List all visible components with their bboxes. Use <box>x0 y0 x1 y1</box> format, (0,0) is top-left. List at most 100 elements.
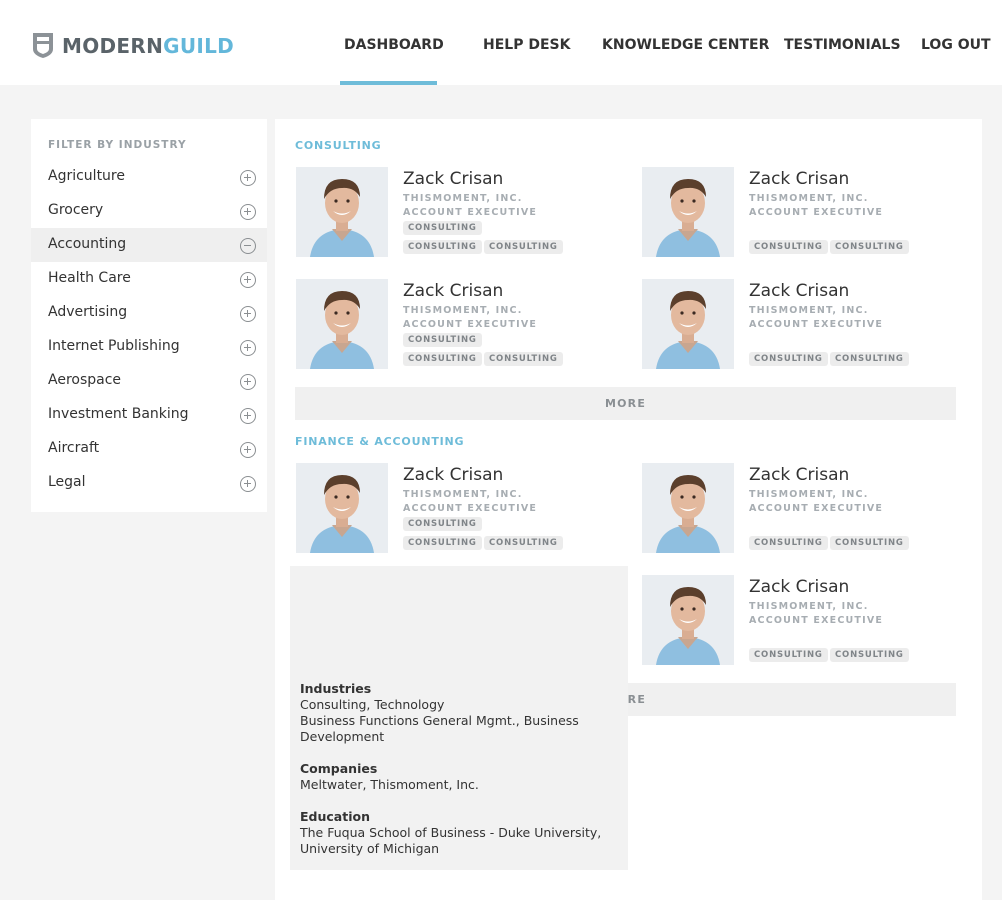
plus-circle-icon[interactable] <box>240 340 256 356</box>
avatar <box>642 167 734 257</box>
industries-heading: Industries <box>300 681 372 696</box>
sidebar-item-label: Aerospace <box>48 372 122 388</box>
tag-badge: CONSULTING <box>830 648 909 662</box>
profile-company: THISMOMENT, INC. <box>749 489 869 500</box>
minus-circle-icon[interactable] <box>240 238 256 254</box>
industries-line-1: Consulting, Technology <box>300 697 445 712</box>
profile-company: THISMOMENT, INC. <box>403 305 523 316</box>
profile-company: THISMOMENT, INC. <box>403 193 523 204</box>
sidebar-item-accounting[interactable]: Accounting <box>31 228 267 262</box>
profile-card[interactable]: Zack Crisan THISMOMENT, INC. ACCOUNT EXECU… <box>296 279 616 371</box>
tag-badge: CONSULTING <box>830 240 909 254</box>
profile-card[interactable]: Zack Crisan THISMOMENT, INC. ACCOUNT EXECU… <box>642 279 962 371</box>
profile-company: THISMOMENT, INC. <box>749 305 869 316</box>
nav-knowledge-center[interactable]: KNOWLEDGE CENTER <box>602 37 769 53</box>
profile-card[interactable]: Zack Crisan THISMOMENT, INC. ACCOUNT EXECU… <box>296 463 616 555</box>
tag-badge: CONSULTING <box>403 240 482 254</box>
nav-dashboard[interactable]: DASHBOARD <box>344 37 444 53</box>
shield-logo-icon <box>33 33 53 58</box>
sidebar-item-legal[interactable]: Legal <box>31 466 267 500</box>
filter-title: FILTER BY INDUSTRY <box>48 139 187 151</box>
tag-badge: CONSULTING <box>403 517 482 531</box>
sidebar-item-label: Accounting <box>48 236 127 252</box>
profile-name[interactable]: Zack Crisan <box>403 169 503 189</box>
tag-badge: CONSULTING <box>749 352 828 366</box>
education-text: The Fuqua School of Business - Duke Univ… <box>300 825 602 856</box>
plus-circle-icon[interactable] <box>240 374 256 390</box>
education-heading: Education <box>300 809 370 824</box>
nav-testimonials[interactable]: TESTIMONIALS <box>784 37 901 53</box>
profile-name[interactable]: Zack Crisan <box>749 169 849 189</box>
brand-name: MODERNGUILD <box>62 34 234 58</box>
plus-circle-icon[interactable] <box>240 442 256 458</box>
avatar <box>642 575 734 665</box>
nav-help-desk[interactable]: HELP DESK <box>483 37 570 53</box>
profile-card[interactable]: Zack Crisan THISMOMENT, INC. ACCOUNT EXECU… <box>296 167 616 259</box>
top-header: MODERNGUILD DASHBOARD HELP DESK KNOWLEDG… <box>0 0 1002 85</box>
profile-role: ACCOUNT EXECUTIVE <box>749 503 884 514</box>
sidebar-item-label: Internet Publishing <box>48 338 180 354</box>
profile-details-popover: Industries Consulting, Technology Busine… <box>290 566 628 870</box>
companies-text: Meltwater, Thismoment, Inc. <box>300 777 479 792</box>
companies-heading: Companies <box>300 761 378 776</box>
sidebar-item-label: Advertising <box>48 304 128 320</box>
sidebar-item-label: Aircraft <box>48 440 100 456</box>
tag-badge: CONSULTING <box>830 536 909 550</box>
tag-badge: CONSULTING <box>403 352 482 366</box>
sidebar-item-aerospace[interactable]: Aerospace <box>31 364 267 398</box>
more-button[interactable]: MORE <box>295 387 956 420</box>
brand-logo[interactable]: MODERNGUILD <box>32 32 234 59</box>
avatar <box>296 167 388 257</box>
profile-role: ACCOUNT EXECUTIVE <box>749 615 884 626</box>
sidebar-item-aircraft[interactable]: Aircraft <box>31 432 267 466</box>
profile-name[interactable]: Zack Crisan <box>403 281 503 301</box>
sidebar-item-grocery[interactable]: Grocery <box>31 194 267 228</box>
tag-badge: CONSULTING <box>403 333 482 347</box>
plus-circle-icon[interactable] <box>240 272 256 288</box>
tag-badge: CONSULTING <box>403 221 482 235</box>
profile-role: ACCOUNT EXECUTIVE <box>403 207 538 218</box>
profile-name[interactable]: Zack Crisan <box>749 577 849 597</box>
profile-company: THISMOMENT, INC. <box>749 601 869 612</box>
profile-card[interactable]: Zack Crisan THISMOMENT, INC. ACCOUNT EXECU… <box>642 167 962 259</box>
sidebar-item-label: Investment Banking <box>48 406 189 422</box>
profile-name[interactable]: Zack Crisan <box>749 465 849 485</box>
profile-name[interactable]: Zack Crisan <box>749 281 849 301</box>
profile-role: ACCOUNT EXECUTIVE <box>403 503 538 514</box>
avatar <box>296 279 388 369</box>
industries-line-2: Business Functions General Mgmt., Busine… <box>300 713 579 744</box>
tag-badge: CONSULTING <box>830 352 909 366</box>
sidebar-item-health-care[interactable]: Health Care <box>31 262 267 296</box>
tag-badge: CONSULTING <box>749 648 828 662</box>
tag-badge: CONSULTING <box>749 536 828 550</box>
nav-log-out[interactable]: LOG OUT <box>921 37 991 53</box>
industry-filter-panel: FILTER BY INDUSTRY Agriculture Grocery Acc… <box>31 119 267 512</box>
plus-circle-icon[interactable] <box>240 476 256 492</box>
active-nav-indicator <box>340 81 437 85</box>
tag-badge: CONSULTING <box>484 536 563 550</box>
avatar <box>296 463 388 553</box>
avatar <box>642 279 734 369</box>
profile-role: ACCOUNT EXECUTIVE <box>749 319 884 330</box>
plus-circle-icon[interactable] <box>240 408 256 424</box>
sidebar-item-label: Grocery <box>48 202 104 218</box>
profile-role: ACCOUNT EXECUTIVE <box>403 319 538 330</box>
section-title: FINANCE & ACCOUNTING <box>295 435 465 448</box>
sidebar-item-advertising[interactable]: Advertising <box>31 296 267 330</box>
sidebar-item-agriculture[interactable]: Agriculture <box>31 160 267 194</box>
avatar <box>642 463 734 553</box>
profile-name[interactable]: Zack Crisan <box>403 465 503 485</box>
profile-company: THISMOMENT, INC. <box>749 193 869 204</box>
plus-circle-icon[interactable] <box>240 170 256 186</box>
profile-company: THISMOMENT, INC. <box>403 489 523 500</box>
tag-badge: CONSULTING <box>749 240 828 254</box>
sidebar-item-investment-banking[interactable]: Investment Banking <box>31 398 267 432</box>
profile-role: ACCOUNT EXECUTIVE <box>749 207 884 218</box>
plus-circle-icon[interactable] <box>240 306 256 322</box>
sidebar-item-label: Agriculture <box>48 168 125 184</box>
section-title: CONSULTING <box>295 139 382 152</box>
profile-card[interactable]: Zack Crisan THISMOMENT, INC. ACCOUNT EXECU… <box>642 575 962 667</box>
profile-card[interactable]: Zack Crisan THISMOMENT, INC. ACCOUNT EXECU… <box>642 463 962 555</box>
sidebar-item-internet-publishing[interactable]: Internet Publishing <box>31 330 267 364</box>
plus-circle-icon[interactable] <box>240 204 256 220</box>
